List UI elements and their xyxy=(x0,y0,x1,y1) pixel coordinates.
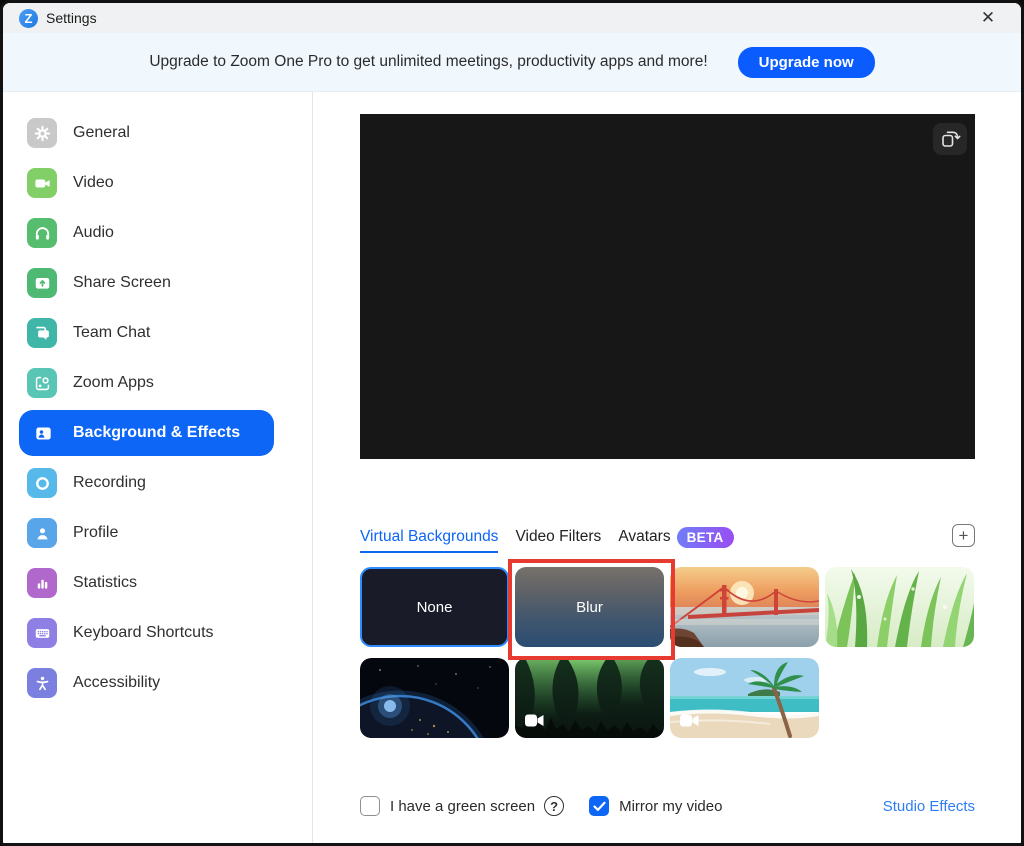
sidebar-item-label: Background & Effects xyxy=(73,424,240,442)
green-screen-checkbox[interactable] xyxy=(360,796,380,816)
sidebar-item-background-effects[interactable]: Background & Effects xyxy=(19,410,274,456)
virtual-backgrounds-grid: None Blur xyxy=(360,567,980,749)
settings-sidebar: General Video Audio Share Screen xyxy=(3,92,313,845)
tab-video-filters[interactable]: Video Filters xyxy=(515,528,601,546)
background-person-icon xyxy=(28,418,58,448)
chat-bubbles-icon xyxy=(27,318,57,348)
window-title: Settings xyxy=(46,10,97,26)
sidebar-item-zoom-apps[interactable]: Zoom Apps xyxy=(3,358,312,408)
sidebar-item-keyboard-shortcuts[interactable]: Keyboard Shortcuts xyxy=(3,608,312,658)
title-bar: Z Settings ✕ xyxy=(3,3,1021,33)
sidebar-item-audio[interactable]: Audio xyxy=(3,208,312,258)
background-tile-golden-gate-bridge[interactable] xyxy=(670,567,819,647)
studio-effects-link[interactable]: Studio Effects xyxy=(883,798,975,815)
sidebar-item-label: Profile xyxy=(73,524,118,542)
background-tabs: Virtual Backgrounds Video Filters Avatar… xyxy=(360,522,975,552)
sidebar-item-label: Share Screen xyxy=(73,274,171,292)
sidebar-item-label: Zoom Apps xyxy=(73,374,154,392)
sidebar-item-recording[interactable]: Recording xyxy=(3,458,312,508)
beta-badge: BETA xyxy=(677,527,734,548)
bar-chart-icon xyxy=(27,568,57,598)
background-options-bar: I have a green screen ? Mirror my video … xyxy=(360,790,975,822)
tile-label: Blur xyxy=(576,599,603,616)
rotate-camera-icon[interactable] xyxy=(933,123,967,155)
mirror-video-label: Mirror my video xyxy=(619,798,722,815)
tab-avatars[interactable]: Avatars xyxy=(618,528,670,546)
tile-label: None xyxy=(417,599,453,616)
video-background-icon xyxy=(680,714,699,731)
sidebar-item-label: Accessibility xyxy=(73,674,160,692)
sidebar-item-label: Keyboard Shortcuts xyxy=(73,624,214,642)
sidebar-item-accessibility[interactable]: Accessibility xyxy=(3,658,312,708)
settings-window: Z Settings ✕ Upgrade to Zoom One Pro to … xyxy=(0,0,1024,846)
sidebar-item-label: Audio xyxy=(73,224,114,242)
sidebar-item-profile[interactable]: Profile xyxy=(3,508,312,558)
video-background-icon xyxy=(525,714,544,731)
close-icon[interactable]: ✕ xyxy=(973,3,1003,33)
sidebar-item-team-chat[interactable]: Team Chat xyxy=(3,308,312,358)
sidebar-item-label: Team Chat xyxy=(73,324,150,342)
zoom-logo-icon: Z xyxy=(19,9,38,28)
sidebar-item-label: Video xyxy=(73,174,114,192)
sidebar-item-label: Statistics xyxy=(73,574,137,592)
upgrade-now-button[interactable]: Upgrade now xyxy=(738,47,875,78)
sidebar-item-label: Recording xyxy=(73,474,146,492)
background-tile-tropical-beach[interactable] xyxy=(670,658,819,738)
sidebar-item-share-screen[interactable]: Share Screen xyxy=(3,258,312,308)
background-tile-none[interactable]: None xyxy=(360,567,509,647)
sidebar-item-statistics[interactable]: Statistics xyxy=(3,558,312,608)
keyboard-icon xyxy=(27,618,57,648)
upgrade-banner-text: Upgrade to Zoom One Pro to get unlimited… xyxy=(149,53,707,71)
video-camera-icon xyxy=(27,168,57,198)
zoom-apps-icon xyxy=(27,368,57,398)
headphones-icon xyxy=(27,218,57,248)
accessibility-person-icon xyxy=(27,668,57,698)
help-icon[interactable]: ? xyxy=(544,796,564,816)
green-screen-label: I have a green screen xyxy=(390,798,535,815)
background-effects-panel: Virtual Backgrounds Video Filters Avatar… xyxy=(313,92,1021,845)
mirror-video-checkbox[interactable] xyxy=(589,796,609,816)
gear-icon xyxy=(27,118,57,148)
background-tile-aurora-forest[interactable] xyxy=(515,658,664,738)
share-screen-icon xyxy=(27,268,57,298)
sidebar-item-video[interactable]: Video xyxy=(3,158,312,208)
background-tile-earth-from-space[interactable] xyxy=(360,658,509,738)
video-preview xyxy=(360,114,975,459)
background-tile-blur[interactable]: Blur xyxy=(515,567,664,647)
background-tile-grass-closeup[interactable] xyxy=(825,567,974,647)
add-background-button[interactable]: + xyxy=(952,524,975,547)
profile-person-icon xyxy=(27,518,57,548)
sidebar-item-label: General xyxy=(73,124,130,142)
record-ring-icon xyxy=(27,468,57,498)
tab-virtual-backgrounds[interactable]: Virtual Backgrounds xyxy=(360,528,498,553)
upgrade-banner: Upgrade to Zoom One Pro to get unlimited… xyxy=(3,33,1021,92)
sidebar-item-general[interactable]: General xyxy=(3,108,312,158)
